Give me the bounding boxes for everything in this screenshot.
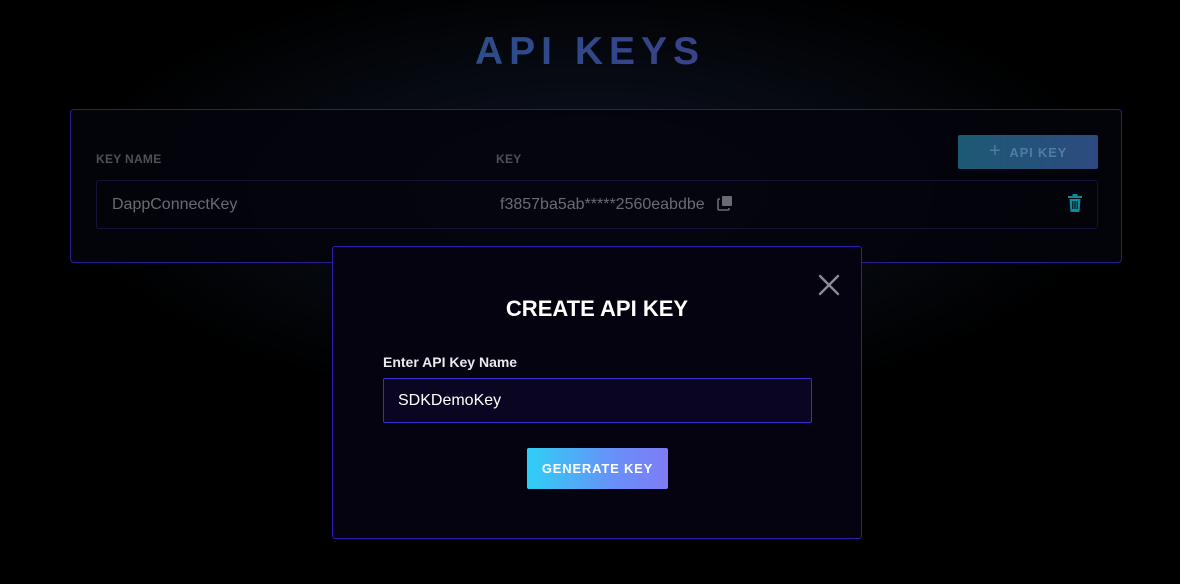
table-row: DappConnectKey f3857ba5ab*****2560eabdbe — [96, 180, 1098, 229]
modal-title: CREATE API KEY — [505, 296, 689, 321]
column-header-key: KEY — [496, 152, 522, 166]
api-keys-panel: KEY NAME KEY + API KEY DappConnectKey f3… — [70, 109, 1122, 263]
page-title: API KEYS — [0, 30, 1180, 74]
api-keys-page: API KEYS KEY NAME KEY + API KEY DappConn… — [0, 0, 1180, 584]
plus-icon: + — [988, 140, 1002, 162]
add-api-key-label: API KEY — [1009, 144, 1068, 160]
close-icon[interactable] — [818, 274, 840, 296]
generate-key-button[interactable]: GENERATE KEY — [527, 448, 668, 489]
add-api-key-button[interactable]: + API KEY — [958, 135, 1098, 169]
create-api-key-modal: CREATE API KEY Enter API Key Name GENERA… — [332, 246, 862, 539]
key-value-cell: f3857ba5ab*****2560eabdbe — [500, 196, 705, 213]
key-name-cell: DappConnectKey — [112, 196, 238, 213]
copy-icon[interactable] — [717, 195, 733, 211]
api-key-name-label: Enter API Key Name — [383, 354, 518, 370]
trash-icon[interactable] — [1067, 194, 1083, 212]
column-header-key-name: KEY NAME — [96, 152, 162, 166]
api-key-name-input[interactable] — [383, 378, 812, 423]
